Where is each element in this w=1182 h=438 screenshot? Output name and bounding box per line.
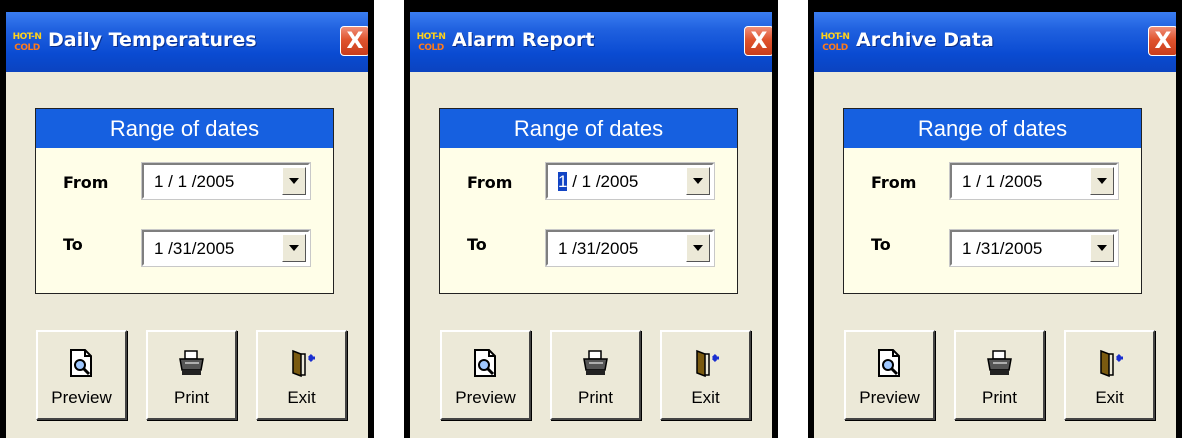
to-dropdown-button[interactable] — [686, 234, 710, 262]
window-title: Archive Data — [856, 29, 994, 51]
window-alarm-report: HOT-N COLD Alarm Report X Range of dates… — [404, 0, 778, 438]
to-dropdown-button[interactable] — [282, 234, 306, 262]
from-dropdown-button[interactable] — [1090, 167, 1114, 195]
to-date-picker[interactable]: 1 /31/2005 — [546, 230, 714, 266]
exit-door-icon — [695, 349, 719, 378]
app-logo-icon: HOT-N COLD — [416, 26, 446, 60]
chevron-down-icon — [1097, 245, 1107, 251]
title-bar[interactable]: HOT-N COLD Alarm Report X — [410, 12, 772, 72]
title-bar[interactable]: HOT-N COLD Daily Temperatures X — [6, 12, 368, 72]
from-dropdown-button[interactable] — [686, 167, 710, 195]
print-label: Print — [174, 388, 209, 407]
from-date-picker[interactable]: 1 / 1 /2005 — [950, 163, 1118, 199]
from-label: From — [63, 173, 109, 192]
range-header: Range of dates — [844, 109, 1141, 148]
title-bar[interactable]: HOT-N COLD Archive Data X — [814, 12, 1176, 72]
to-date-value[interactable]: 1 /31/2005 — [962, 239, 1042, 259]
from-label: From — [467, 173, 513, 192]
exit-button[interactable]: Exit — [256, 330, 347, 420]
chevron-down-icon — [693, 245, 703, 251]
exit-button[interactable]: Exit — [1064, 330, 1155, 420]
logo-line-1: HOT-N — [416, 32, 446, 42]
chevron-down-icon — [1097, 178, 1107, 184]
window-frame: HOT-N COLD Alarm Report X Range of dates… — [410, 12, 772, 438]
exit-label: Exit — [287, 388, 316, 407]
to-date-value[interactable]: 1 /31/2005 — [558, 239, 638, 259]
to-label: To — [467, 235, 487, 254]
window-title: Daily Temperatures — [48, 29, 257, 51]
window-daily-temperatures: HOT-N COLD Daily Temperatures X Range of… — [0, 0, 374, 438]
from-dropdown-button[interactable] — [282, 167, 306, 195]
to-label: To — [63, 235, 83, 254]
close-button[interactable]: X — [340, 26, 368, 56]
exit-label: Exit — [1095, 388, 1124, 407]
exit-label: Exit — [691, 388, 720, 407]
range-header: Range of dates — [36, 109, 333, 148]
preview-icon — [69, 349, 92, 377]
print-label: Print — [982, 388, 1017, 407]
from-date-rest[interactable]: / 1 /2005 — [567, 172, 638, 191]
logo-line-2: COLD — [822, 43, 848, 53]
app-logo-icon: HOT-N COLD — [12, 26, 42, 60]
printer-icon — [986, 350, 1012, 375]
logo-line-1: HOT-N — [12, 32, 42, 42]
app-logo-icon: HOT-N COLD — [820, 26, 850, 60]
exit-door-icon — [291, 349, 315, 378]
to-date-picker[interactable]: 1 /31/2005 — [950, 230, 1118, 266]
print-button[interactable]: Print — [954, 330, 1045, 420]
close-button[interactable]: X — [744, 26, 772, 56]
exit-door-icon — [1099, 349, 1123, 378]
to-dropdown-button[interactable] — [1090, 234, 1114, 262]
window-frame: HOT-N COLD Archive Data X Range of dates… — [814, 12, 1176, 438]
from-label: From — [871, 173, 917, 192]
print-label: Print — [578, 388, 613, 407]
window-archive-data: HOT-N COLD Archive Data X Range of dates… — [808, 0, 1182, 438]
to-label: To — [871, 235, 891, 254]
from-date-picker[interactable]: 1 / 1 /2005 — [142, 163, 310, 199]
preview-button[interactable]: Preview — [36, 330, 127, 420]
window-title: Alarm Report — [452, 29, 595, 51]
preview-label: Preview — [455, 388, 516, 407]
chevron-down-icon — [289, 178, 299, 184]
from-date-value[interactable]: 1 / 1 /2005 — [154, 172, 234, 192]
preview-label: Preview — [51, 388, 112, 407]
preview-icon — [877, 349, 900, 377]
print-button[interactable]: Print — [550, 330, 641, 420]
from-date-value[interactable]: 1 / 1 /2005 — [558, 172, 638, 192]
to-date-value[interactable]: 1 /31/2005 — [154, 239, 234, 259]
to-date-picker[interactable]: 1 /31/2005 — [142, 230, 310, 266]
from-date-picker[interactable]: 1 / 1 /2005 — [546, 163, 714, 199]
range-of-dates-panel: Range of dates From 1 / 1 /2005 To 1 /31… — [35, 108, 334, 294]
window-frame: HOT-N COLD Daily Temperatures X Range of… — [6, 12, 368, 438]
chevron-down-icon — [289, 245, 299, 251]
logo-line-2: COLD — [418, 43, 444, 53]
preview-button[interactable]: Preview — [440, 330, 531, 420]
logo-line-1: HOT-N — [820, 32, 850, 42]
preview-icon — [473, 349, 496, 377]
chevron-down-icon — [693, 178, 703, 184]
range-of-dates-panel: Range of dates From 1 / 1 /2005 To 1 /31… — [843, 108, 1142, 294]
close-button[interactable]: X — [1148, 26, 1176, 56]
range-of-dates-panel: Range of dates From 1 / 1 /2005 To 1 /31… — [439, 108, 738, 294]
preview-label: Preview — [859, 388, 920, 407]
range-header: Range of dates — [440, 109, 737, 148]
logo-line-2: COLD — [14, 43, 40, 53]
exit-button[interactable]: Exit — [660, 330, 751, 420]
preview-button[interactable]: Preview — [844, 330, 935, 420]
print-button[interactable]: Print — [146, 330, 237, 420]
from-date-value[interactable]: 1 / 1 /2005 — [962, 172, 1042, 192]
printer-icon — [582, 350, 608, 375]
printer-icon — [178, 350, 204, 375]
